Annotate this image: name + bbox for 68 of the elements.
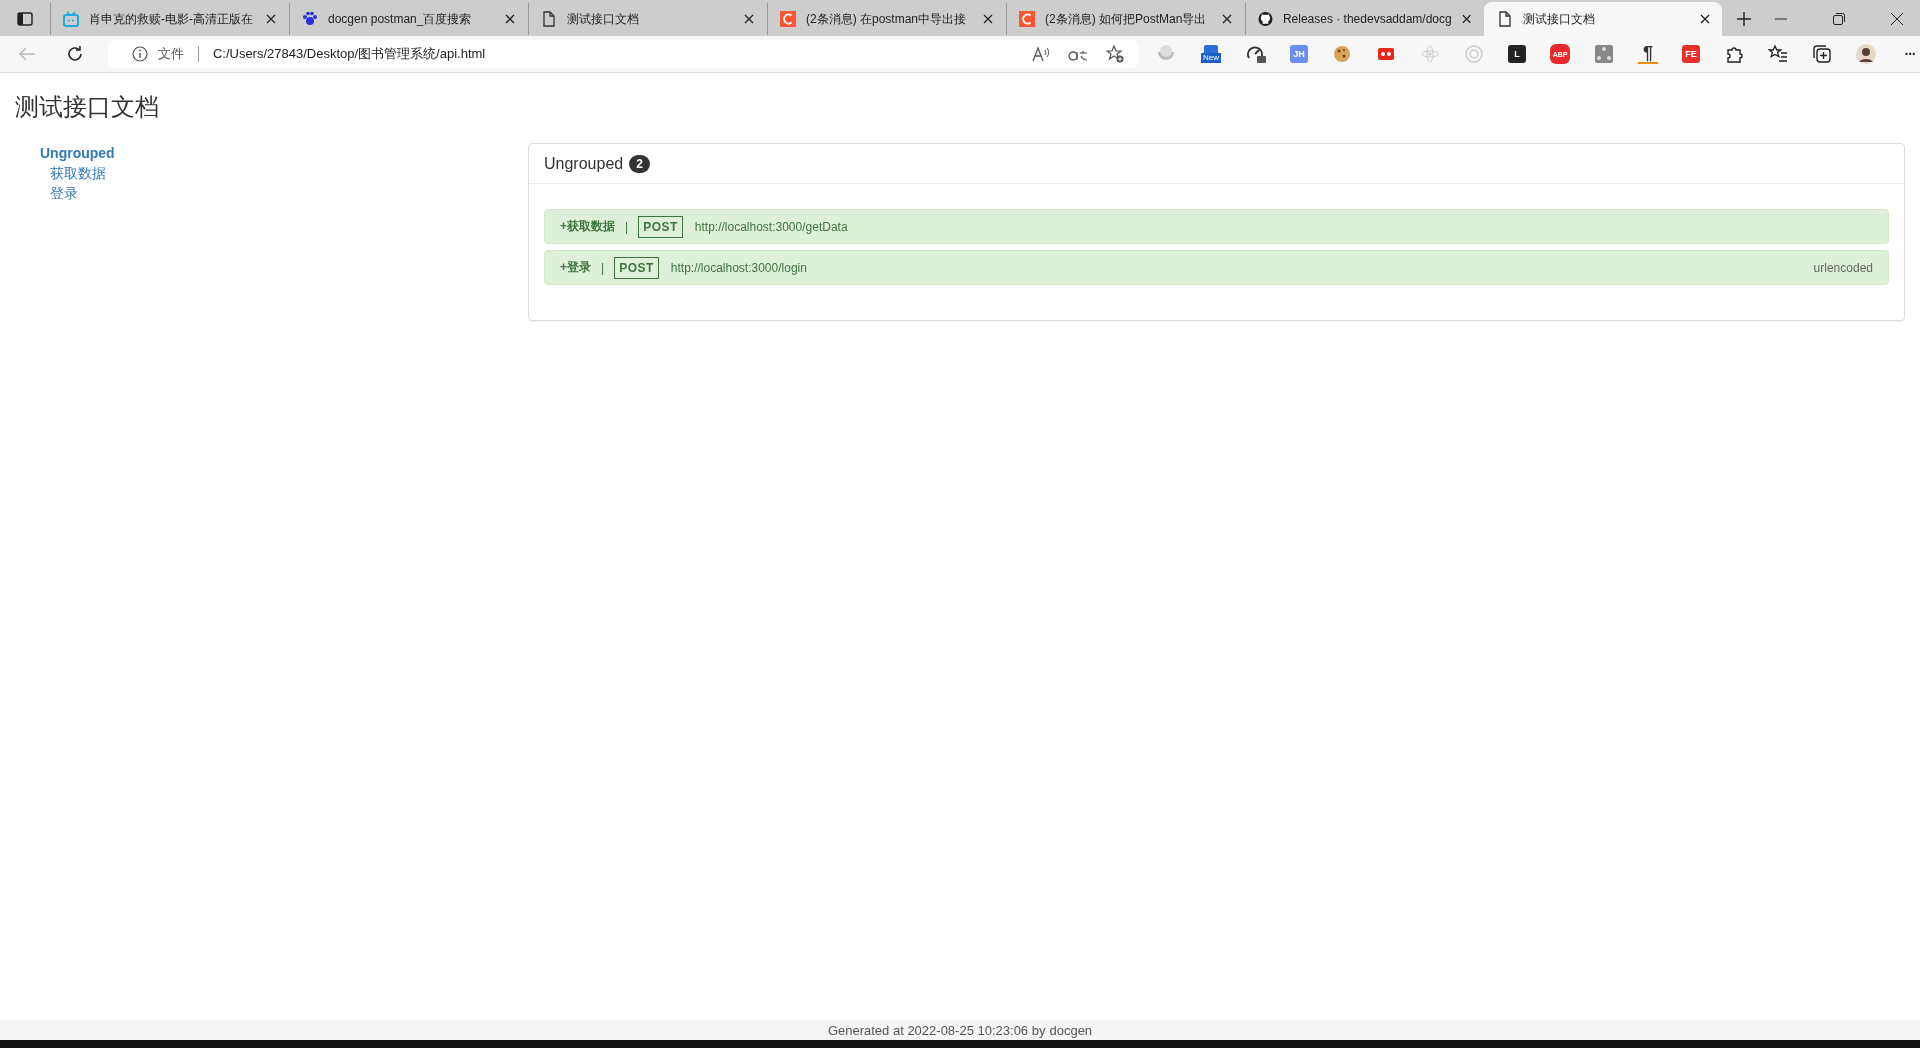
- c-logo-icon: [780, 11, 796, 27]
- tab-title: (2条消息) 在postman中导出接: [806, 10, 967, 28]
- extension-icon[interactable]: L: [1508, 45, 1526, 63]
- new-tab-icon[interactable]: [1737, 12, 1751, 26]
- read-aloud-icon[interactable]: [1032, 46, 1050, 62]
- tab-title: 测试接口文档: [567, 10, 639, 28]
- separator-text: |: [601, 260, 605, 275]
- sidebar-link[interactable]: 登录: [50, 183, 78, 203]
- extension-icon[interactable]: FE: [1682, 45, 1700, 63]
- body-type-label: urlencoded: [1813, 260, 1873, 275]
- panel-title: Ungrouped: [544, 154, 624, 173]
- close-icon[interactable]: [744, 14, 754, 24]
- sidebar-group-link[interactable]: Ungrouped: [40, 143, 115, 163]
- restore-icon[interactable]: [1833, 13, 1845, 25]
- tv-icon: [63, 11, 79, 27]
- favorites-icon[interactable]: [1768, 44, 1788, 64]
- close-icon[interactable]: [1700, 14, 1710, 24]
- tab-title: 肖申克的救赎-电影-高清正版在: [89, 10, 253, 28]
- browser-tab[interactable]: 肖申克的救赎-电影-高清正版在: [50, 3, 288, 35]
- browser-tab[interactable]: (2条消息) 如何把PostMan导出: [1006, 3, 1244, 35]
- browser-tab[interactable]: 测试接口文档: [1484, 2, 1722, 36]
- browser-tab[interactable]: 测试接口文档: [528, 3, 766, 35]
- endpoint-name: +登录: [560, 259, 591, 276]
- tab-title: 测试接口文档: [1523, 10, 1595, 28]
- security-label: 文件: [157, 45, 184, 63]
- endpoint-url: http://localhost:3000/getData: [694, 219, 848, 234]
- close-icon[interactable]: [1222, 14, 1232, 24]
- more-button[interactable]: ···: [1900, 44, 1920, 64]
- browser-tab[interactable]: docgen postman_百度搜索: [289, 3, 527, 35]
- method-label: POST: [638, 215, 683, 238]
- info-icon: [131, 46, 148, 62]
- cookie-icon[interactable]: [1332, 44, 1352, 64]
- close-icon[interactable]: [266, 14, 276, 24]
- page-title: 测试接口文档: [15, 92, 160, 122]
- page-icon: [1497, 11, 1513, 27]
- tab-title: Releases · thedevsaddam/docg: [1282, 12, 1452, 26]
- sidebar-link[interactable]: 获取数据: [50, 163, 106, 183]
- browser-tab[interactable]: (2条消息) 在postman中导出接: [767, 3, 1005, 35]
- browser-tab[interactable]: Releases · thedevsaddam/docg: [1245, 3, 1483, 35]
- refresh-icon[interactable]: [65, 45, 84, 63]
- github-icon: [1258, 11, 1273, 27]
- endpoint-row[interactable]: +获取数据 | POST http://localhost:3000/getData: [544, 209, 1889, 244]
- footer-link[interactable]: docgen: [1049, 1022, 1093, 1038]
- tab-title: docgen postman_百度搜索: [328, 10, 472, 28]
- collections-icon[interactable]: [1812, 44, 1832, 64]
- endpoint-name: +获取数据: [560, 218, 615, 235]
- close-icon[interactable]: [1461, 14, 1471, 24]
- hierarchy-icon[interactable]: [1594, 44, 1614, 64]
- tab-title: (2条消息) 如何把PostMan导出: [1045, 10, 1207, 28]
- sidebar-toggle-icon[interactable]: [17, 11, 33, 27]
- method-label: POST: [614, 256, 659, 279]
- close-icon[interactable]: [983, 14, 993, 24]
- footer-text: Generated at 2022-08-25 10:23:06 by: [827, 1022, 1046, 1038]
- favorite-add-icon[interactable]: [1106, 45, 1124, 63]
- endpoint-row[interactable]: +登录 | POST http://localhost:3000/login urlencoded: [544, 250, 1889, 285]
- page-icon: [541, 11, 557, 27]
- count-badge: 2: [629, 154, 650, 173]
- address-bar[interactable]: 文件 C:/Users/27843/Desktop/图书管理系统/api.html: [107, 40, 1138, 68]
- avatar-icon[interactable]: [1856, 44, 1876, 64]
- url-text: C:/Users/27843/Desktop/图书管理系统/api.html: [212, 45, 486, 63]
- gauge-icon[interactable]: [1246, 44, 1266, 64]
- endpoint-url: http://localhost:3000/login: [670, 260, 807, 275]
- puzzle-icon[interactable]: [1724, 44, 1744, 64]
- c-logo-icon: [1019, 11, 1035, 27]
- close-icon[interactable]: [1891, 13, 1903, 25]
- separator-text: |: [625, 219, 629, 234]
- paw-icon: [302, 11, 318, 27]
- close-icon[interactable]: [505, 14, 515, 24]
